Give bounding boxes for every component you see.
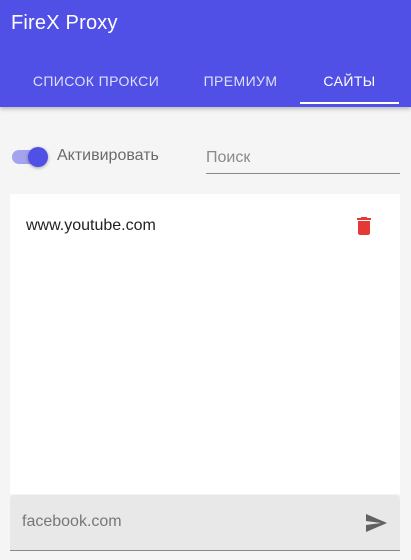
add-site-field <box>10 495 400 551</box>
list-item: www.youtube.com <box>10 206 400 246</box>
add-site-button[interactable] <box>364 511 388 535</box>
app-bar: FireX Proxy СПИСОК ПРОКСИ ПРЕМИУМ САЙТЫ <box>0 0 411 107</box>
activate-toggle[interactable] <box>12 147 48 167</box>
activate-label: Активировать <box>57 147 159 164</box>
trash-icon <box>357 217 371 235</box>
send-icon <box>366 514 387 532</box>
add-site-input[interactable] <box>22 495 352 549</box>
delete-site-button[interactable] <box>352 214 376 238</box>
search-field <box>206 142 400 174</box>
app-title: FireX Proxy <box>11 12 118 34</box>
search-input[interactable] <box>206 142 400 173</box>
active-tab-indicator <box>300 102 399 104</box>
tab-proxy-list[interactable]: СПИСОК ПРОКСИ <box>0 59 192 103</box>
tab-premium[interactable]: ПРЕМИУМ <box>192 59 289 103</box>
site-domain: www.youtube.com <box>26 217 156 234</box>
sites-list: www.youtube.com <box>10 194 400 494</box>
toggle-thumb <box>28 147 48 167</box>
tab-sites[interactable]: САЙТЫ <box>300 59 399 103</box>
